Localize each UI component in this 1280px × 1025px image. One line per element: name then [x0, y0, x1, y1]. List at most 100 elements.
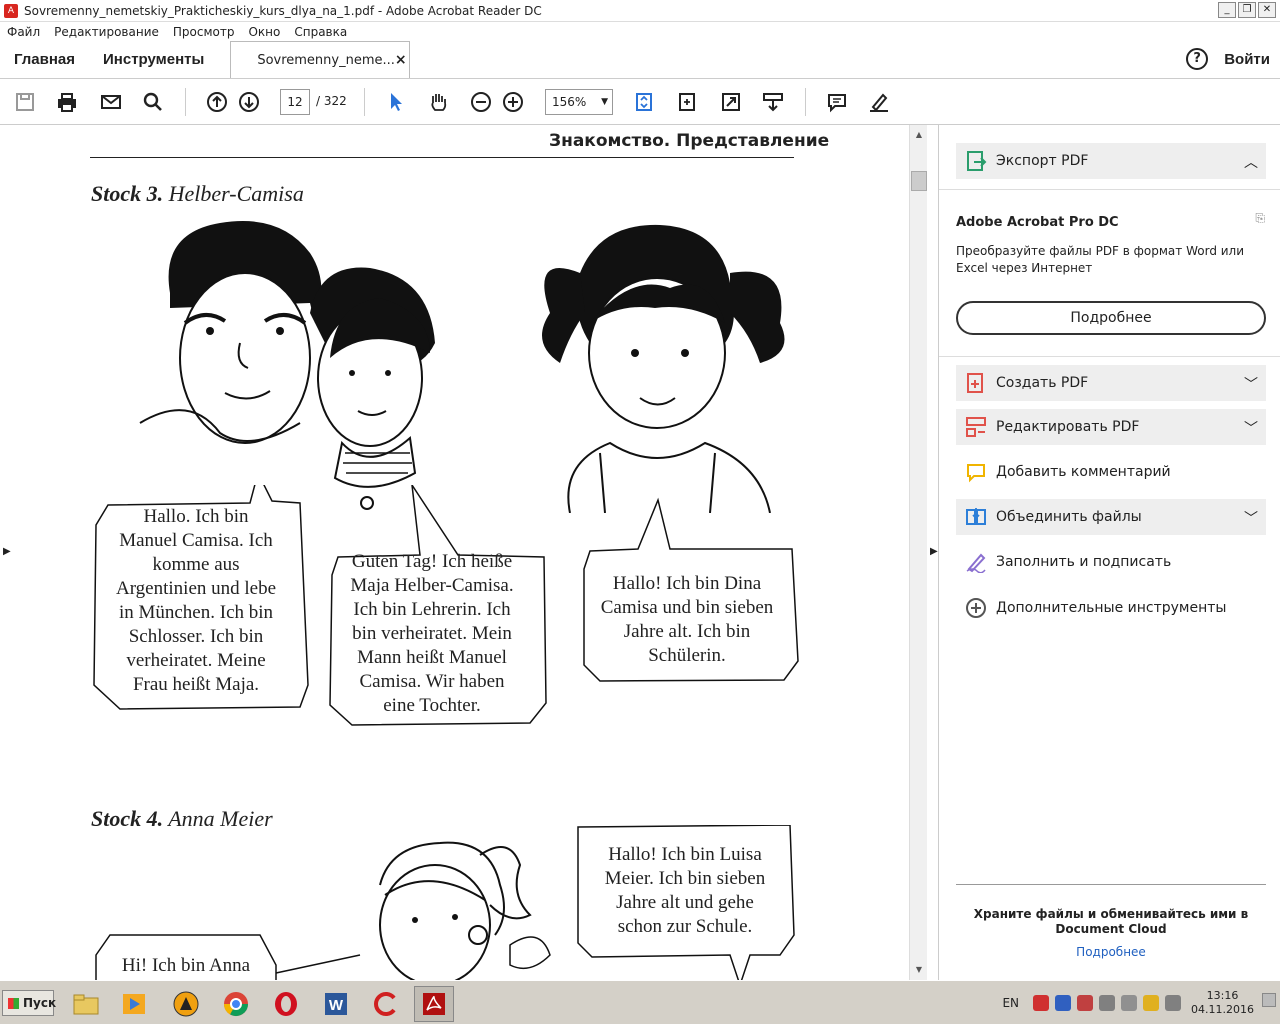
close-window-button[interactable]: ✕: [1258, 2, 1276, 18]
tray-volume-icon[interactable]: [1121, 995, 1138, 1011]
search-icon[interactable]: [140, 89, 166, 115]
document-view[interactable]: Знакомство. Представление Stock 3. Helbe…: [0, 125, 909, 980]
restore-button[interactable]: ❐: [1238, 2, 1256, 18]
print-icon[interactable]: [54, 89, 80, 115]
word-icon[interactable]: W: [316, 986, 356, 1022]
fit-page-icon[interactable]: [631, 89, 657, 115]
menu-window[interactable]: Окно: [241, 25, 287, 39]
scroll-thumb[interactable]: [911, 171, 927, 191]
clock[interactable]: 13:16 04.11.2016: [1191, 989, 1254, 1017]
save-icon[interactable]: [12, 89, 38, 115]
taskbar: Пуск W EN 13:16 04.11.2016: [0, 980, 1280, 1024]
zoom-in-icon[interactable]: [500, 89, 526, 115]
family-illustration: [139, 221, 785, 513]
zoom-value: 156%: [552, 95, 587, 109]
start-button[interactable]: Пуск: [2, 990, 56, 1016]
select-icon[interactable]: [383, 89, 409, 115]
comment-icon: [964, 460, 988, 484]
hand-icon[interactable]: [425, 89, 451, 115]
more-tools-icon: [964, 596, 988, 620]
bubble-line: Meier. Ich bin sieben: [604, 868, 766, 889]
page-total: / 322: [316, 94, 347, 108]
menu-help[interactable]: Справка: [287, 25, 354, 39]
chrome-icon[interactable]: [216, 986, 256, 1022]
tool-label: Добавить комментарий: [996, 464, 1171, 480]
learn-more-button[interactable]: Подробнее: [956, 301, 1266, 335]
tray-display-icon[interactable]: [1165, 995, 1182, 1011]
stock3-name: Helber-Camisa: [168, 181, 304, 206]
close-tab-icon[interactable]: ×: [395, 52, 407, 68]
help-icon[interactable]: ?: [1186, 48, 1209, 70]
menu-edit[interactable]: Редактирование: [47, 25, 166, 39]
bubble-line: Hallo! Ich bin Luisa: [608, 844, 762, 865]
tool-more-tools[interactable]: Дополнительные инструменты: [956, 590, 1266, 626]
tray-warning-icon[interactable]: [1143, 995, 1160, 1011]
bubble-dina: Hallo! Ich bin Dina Camisa und bin siebe…: [588, 572, 786, 668]
page-up-icon[interactable]: [204, 89, 230, 115]
bubble-line: komme aus: [152, 554, 240, 575]
language-indicator[interactable]: EN: [1002, 996, 1019, 1010]
media-player-icon[interactable]: [114, 986, 154, 1022]
title-bar: A Sovremenny_nemetskiy_Prakticheskiy_kur…: [0, 0, 1280, 22]
right-pane-toggle-icon[interactable]: ▶: [930, 546, 938, 557]
create-pdf-icon: [964, 371, 988, 395]
rotate-icon[interactable]: [674, 89, 700, 115]
menu-view[interactable]: Просмотр: [166, 25, 242, 39]
bubble-line: Ich bin Lehrerin. Ich: [353, 599, 511, 620]
export-pdf-header[interactable]: Экспорт PDF ︿: [956, 143, 1266, 179]
bubble-line: Schlosser. Ich bin: [128, 626, 264, 647]
chevron-down-icon: ﹀: [1244, 421, 1258, 437]
highlight-icon[interactable]: [866, 89, 892, 115]
fullscreen-icon[interactable]: [718, 89, 744, 115]
tools-pane: Экспорт PDF ︿ ⎘ Adobe Acrobat Pro DC Пре…: [938, 125, 1280, 980]
bubble-line: Maja Helber-Camisa.: [350, 575, 514, 596]
zoom-select[interactable]: 156% ▼: [545, 89, 613, 115]
stock3-number: Stock 3.: [91, 181, 164, 206]
page-down-icon[interactable]: [236, 89, 262, 115]
tool-label: Заполнить и подписать: [996, 554, 1172, 570]
bubble-line: Camisa. Wir haben: [359, 671, 505, 692]
scroll-mode-icon[interactable]: [760, 89, 786, 115]
comment-icon[interactable]: [824, 89, 850, 115]
bubble-manuel: Hallo. Ich bin Manuel Camisa. Ich komme …: [100, 505, 292, 697]
acrobat-app-icon: A: [4, 3, 18, 18]
chevron-down-icon: ▼: [601, 97, 608, 107]
left-pane-toggle-icon[interactable]: ▶: [3, 546, 11, 557]
acrobat-taskbar-icon[interactable]: [414, 986, 454, 1022]
explorer-icon[interactable]: [66, 986, 106, 1022]
tray-network-icon[interactable]: [1099, 995, 1116, 1011]
bubble-line: Manuel Camisa. Ich: [119, 530, 273, 551]
bubble-line: verheiratet. Meine: [126, 650, 266, 671]
tool-edit-pdf[interactable]: Редактировать PDF ﹀: [956, 409, 1266, 445]
tool-create-pdf[interactable]: Создать PDF ﹀: [956, 365, 1266, 401]
tab-home[interactable]: Главная: [0, 42, 89, 78]
scroll-up-icon[interactable]: ▲: [911, 127, 927, 143]
aimp-icon[interactable]: [166, 986, 206, 1022]
tab-document[interactable]: Sovremenny_neme... ×: [230, 41, 411, 78]
menu-file[interactable]: Файл: [0, 25, 47, 39]
login-button[interactable]: Войти: [1224, 51, 1270, 68]
bubble-line: Jahre alt. Ich bin: [623, 621, 751, 642]
show-desktop-button[interactable]: [1262, 993, 1276, 1007]
chevron-down-icon: ﹀: [1244, 377, 1258, 393]
page-number-input[interactable]: 12: [280, 89, 310, 115]
document-cloud-link[interactable]: Подробнее: [956, 945, 1266, 959]
tool-fill-sign[interactable]: Заполнить и подписать: [956, 544, 1266, 580]
tray-shield-icon[interactable]: [1055, 995, 1072, 1011]
zoom-out-icon[interactable]: [468, 89, 494, 115]
export-pdf-icon: [964, 149, 988, 173]
tab-tools[interactable]: Инструменты: [89, 42, 218, 78]
scroll-down-icon[interactable]: ▼: [911, 962, 927, 978]
email-icon[interactable]: [98, 89, 124, 115]
tray-alert-icon[interactable]: [1077, 995, 1094, 1011]
opera-icon[interactable]: [266, 986, 306, 1022]
tool-combine-files[interactable]: Объединить файлы ﹀: [956, 499, 1266, 535]
bubble-line: Camisa und bin sieben: [600, 597, 774, 618]
tray-app-icon[interactable]: [1033, 995, 1050, 1011]
bubble-maja: Guten Tag! Ich heiße Maja Helber-Camisa.…: [334, 550, 530, 718]
cloud-icon: ⎘: [1255, 211, 1265, 225]
ccleaner-icon[interactable]: [366, 986, 406, 1022]
tool-add-comment[interactable]: Добавить комментарий: [956, 454, 1266, 490]
minimize-button[interactable]: _: [1218, 2, 1236, 18]
vertical-scrollbar[interactable]: ▲ ▼: [909, 125, 927, 980]
